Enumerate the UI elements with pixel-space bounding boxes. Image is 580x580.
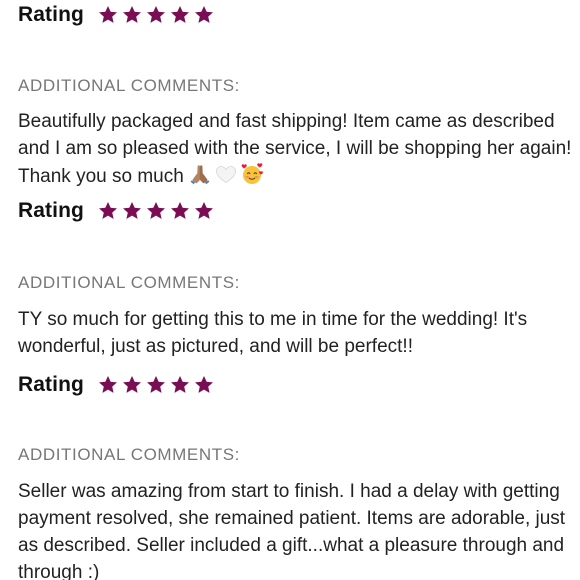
- review-comment: Seller was amazing from start to finish.…: [18, 481, 566, 580]
- review-comment-text: Beautifully packaged and fast shipping! …: [18, 111, 572, 187]
- white-heart-icon: [214, 162, 238, 186]
- star-rating: [97, 374, 215, 396]
- rating-label: Rating: [18, 199, 84, 222]
- additional-comments-label: ADDITIONAL COMMENTS:: [18, 445, 240, 464]
- reviews-panel: Rating ADDITIONAL COMMENTS: Beautifully …: [0, 0, 580, 580]
- emoji-group: [188, 162, 264, 186]
- rating-label: Rating: [18, 373, 84, 396]
- additional-comments-label: ADDITIONAL COMMENTS:: [18, 273, 240, 292]
- folded-hands-icon: [188, 162, 212, 186]
- rating-row: Rating: [18, 196, 215, 226]
- rating-label: Rating: [18, 3, 84, 26]
- star-icon: [97, 200, 119, 222]
- star-icon: [193, 374, 215, 396]
- star-rating: [97, 4, 215, 26]
- star-icon: [193, 4, 215, 26]
- star-rating: [97, 200, 215, 222]
- rating-row: Rating: [18, 0, 215, 30]
- star-icon: [169, 200, 191, 222]
- star-icon: [145, 4, 167, 26]
- star-icon: [121, 374, 143, 396]
- star-icon: [97, 374, 119, 396]
- additional-comments-label: ADDITIONAL COMMENTS:: [18, 76, 240, 95]
- rating-row: Rating: [18, 370, 215, 400]
- star-icon: [169, 4, 191, 26]
- star-icon: [145, 374, 167, 396]
- star-icon: [97, 4, 119, 26]
- star-icon: [121, 200, 143, 222]
- review-comment: TY so much for getting this to me in tim…: [18, 309, 528, 357]
- star-icon: [145, 200, 167, 222]
- smiling-face-with-hearts-icon: [240, 162, 264, 186]
- star-icon: [169, 374, 191, 396]
- review-comment: Beautifully packaged and fast shipping! …: [18, 108, 578, 190]
- star-icon: [193, 200, 215, 222]
- star-icon: [121, 4, 143, 26]
